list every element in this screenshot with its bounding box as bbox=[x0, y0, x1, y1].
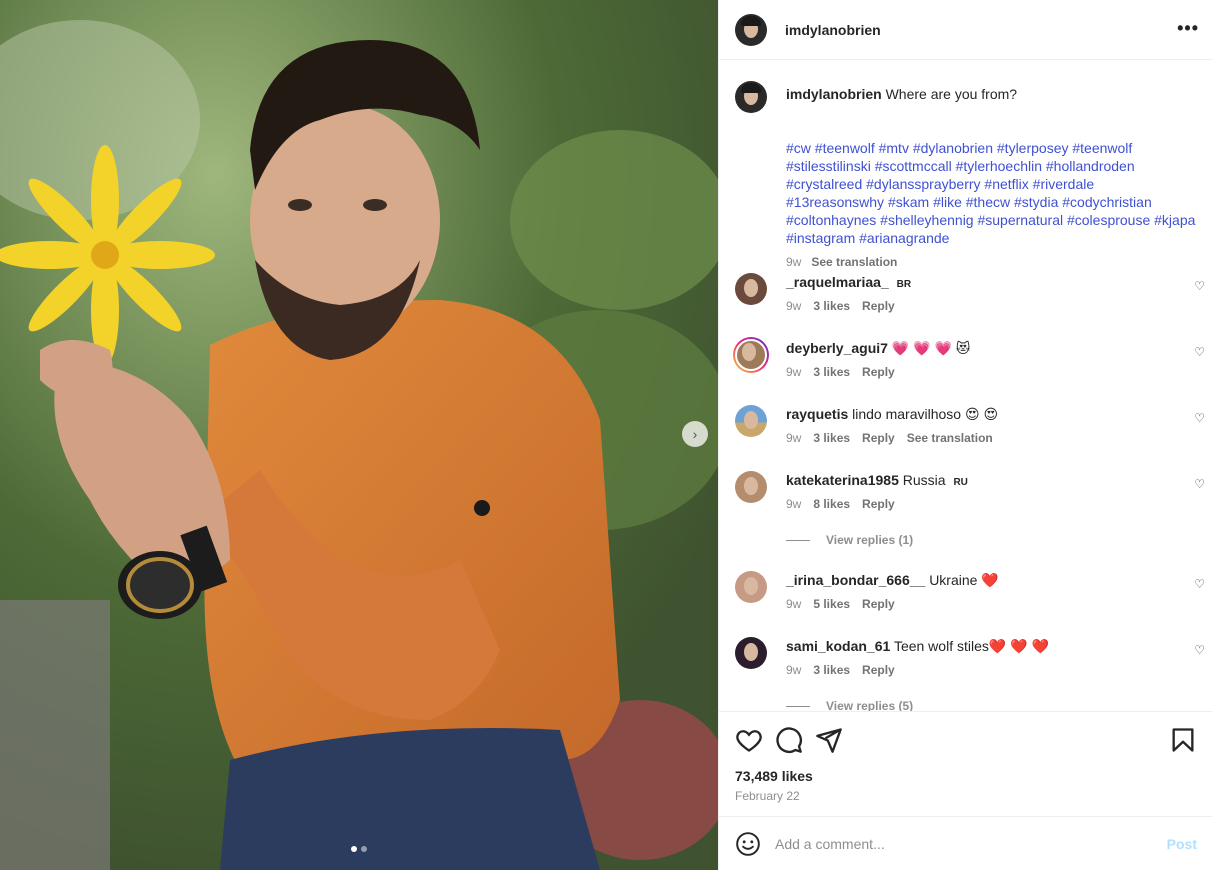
comment-age: 9w bbox=[786, 431, 802, 445]
replies-divider bbox=[786, 705, 810, 707]
comment-age: 9w bbox=[786, 365, 802, 379]
comment-text: lindo maravilhoso 😍 😍 bbox=[852, 406, 999, 422]
reply-button[interactable]: Reply bbox=[862, 431, 895, 445]
post-comment-button[interactable]: Post bbox=[1167, 836, 1197, 852]
comment-item: _irina_bondar_666__ Ukraine ❤️ 9w 5 like… bbox=[735, 569, 1205, 621]
comments-list[interactable]: imdylanobrien Where are you from? #cw #t… bbox=[719, 61, 1212, 711]
reply-button[interactable]: Reply bbox=[862, 299, 895, 313]
comment-icon[interactable] bbox=[775, 726, 803, 754]
caption-username[interactable]: imdylanobrien bbox=[786, 86, 882, 102]
comment-badge: RU bbox=[953, 477, 968, 488]
view-replies-label: View replies (5) bbox=[826, 699, 914, 711]
caption-meta: 9w See translation bbox=[786, 255, 897, 269]
commenter-username[interactable]: sami_kodan_61 bbox=[786, 638, 890, 654]
commenter-username[interactable]: deyberly_agui7 bbox=[786, 340, 888, 356]
post-date: February 22 bbox=[735, 789, 800, 803]
comment-like-heart-icon[interactable]: ♡ bbox=[1194, 411, 1205, 425]
comment-item: rayquetis lindo maravilhoso 😍 😍 9w 3 lik… bbox=[735, 403, 1205, 455]
caption-text: Where are you from? bbox=[885, 86, 1018, 102]
instagram-post-view: › imdylanobrien ••• imdylanobrien Where … bbox=[0, 0, 1212, 870]
commenter-avatar[interactable] bbox=[735, 273, 767, 305]
comment-likes[interactable]: 3 likes bbox=[813, 365, 850, 379]
comment-likes[interactable]: 3 likes bbox=[813, 299, 850, 313]
comment-item: sami_kodan_61 Teen wolf stiles❤️ ❤️ ❤️ 9… bbox=[735, 635, 1205, 687]
next-slide-button[interactable]: › bbox=[682, 421, 708, 447]
view-replies-button[interactable]: View replies (1) bbox=[786, 533, 913, 547]
comment-text: Ukraine ❤️ bbox=[929, 572, 999, 588]
emoji-icon[interactable] bbox=[735, 831, 761, 857]
comment-age: 9w bbox=[786, 299, 802, 313]
comment-likes[interactable]: 5 likes bbox=[813, 597, 850, 611]
commenter-username[interactable]: rayquetis bbox=[786, 406, 848, 422]
commenter-username[interactable]: _irina_bondar_666__ bbox=[786, 572, 925, 588]
comment-text: Russia bbox=[902, 472, 946, 488]
comment-like-heart-icon[interactable]: ♡ bbox=[1194, 643, 1205, 657]
caption-avatar[interactable] bbox=[735, 81, 767, 113]
carousel-dot bbox=[361, 846, 367, 852]
comment-input[interactable] bbox=[775, 835, 1167, 852]
commenter-avatar[interactable] bbox=[735, 405, 767, 437]
view-replies-button[interactable]: View replies (5) bbox=[786, 699, 913, 711]
bookmark-icon[interactable] bbox=[1169, 726, 1197, 754]
see-translation-link[interactable]: See translation bbox=[811, 255, 897, 269]
reply-button[interactable]: Reply bbox=[862, 663, 895, 677]
heart-icon[interactable] bbox=[735, 726, 763, 754]
more-options-icon[interactable]: ••• bbox=[1177, 18, 1199, 39]
comment-item: _raquelmariaa_ BR 9w 3 likes Reply ♡ bbox=[735, 271, 1205, 323]
replies-divider bbox=[786, 539, 810, 541]
commenter-username[interactable]: katekaterina1985 bbox=[786, 472, 899, 488]
post-photo[interactable]: › bbox=[0, 0, 718, 870]
author-avatar[interactable] bbox=[735, 13, 767, 46]
comment-likes[interactable]: 8 likes bbox=[813, 497, 850, 511]
comment-text: Teen wolf stiles❤️ ❤️ ❤️ bbox=[893, 638, 1049, 654]
comment-like-heart-icon[interactable]: ♡ bbox=[1194, 345, 1205, 359]
carousel-indicator bbox=[351, 846, 367, 852]
post-side-panel: imdylanobrien ••• imdylanobrien Where ar… bbox=[718, 0, 1212, 870]
comment-age: 9w bbox=[786, 497, 802, 511]
comment-badge: BR bbox=[896, 279, 912, 290]
reply-button[interactable]: Reply bbox=[862, 597, 895, 611]
comment-like-heart-icon[interactable]: ♡ bbox=[1194, 477, 1205, 491]
caption-hashtags[interactable]: #cw #teenwolf #mtv #dylanobrien #tylerpo… bbox=[786, 139, 1196, 247]
comment-item: deyberly_agui7 💗 💗 💗 😻 9w 3 likes Reply … bbox=[733, 337, 1205, 389]
reply-button[interactable]: Reply bbox=[862, 365, 895, 379]
author-username[interactable]: imdylanobrien bbox=[785, 22, 881, 38]
photo-illustration bbox=[0, 0, 718, 870]
comment-like-heart-icon[interactable]: ♡ bbox=[1194, 577, 1205, 591]
view-replies-label: View replies (1) bbox=[826, 533, 914, 547]
commenter-avatar[interactable] bbox=[735, 339, 767, 371]
share-icon[interactable] bbox=[815, 726, 843, 754]
commenter-avatar[interactable] bbox=[735, 571, 767, 603]
add-comment-bar: Post bbox=[719, 816, 1212, 870]
post-header: imdylanobrien ••• bbox=[719, 0, 1212, 60]
comment-text: 💗 💗 💗 😻 bbox=[891, 340, 971, 356]
comment-item: katekaterina1985 Russia RU 9w 8 likes Re… bbox=[735, 469, 1205, 521]
commenter-avatar[interactable] bbox=[735, 471, 767, 503]
comment-age: 9w bbox=[786, 663, 802, 677]
post-actions: 73,489 likes February 22 bbox=[719, 711, 1212, 816]
likes-count[interactable]: 73,489 likes bbox=[735, 768, 813, 784]
commenter-avatar[interactable] bbox=[735, 637, 767, 669]
commenter-username[interactable]: _raquelmariaa_ bbox=[786, 274, 889, 290]
comment-likes[interactable]: 3 likes bbox=[813, 663, 850, 677]
carousel-dot-active bbox=[351, 846, 357, 852]
see-translation-link[interactable]: See translation bbox=[907, 431, 993, 445]
comment-likes[interactable]: 3 likes bbox=[813, 431, 850, 445]
comment-age: 9w bbox=[786, 597, 802, 611]
story-ring[interactable] bbox=[733, 337, 769, 373]
chevron-right-icon: › bbox=[692, 426, 698, 442]
reply-button[interactable]: Reply bbox=[862, 497, 895, 511]
comment-like-heart-icon[interactable]: ♡ bbox=[1194, 279, 1205, 293]
caption-age: 9w bbox=[786, 255, 802, 269]
